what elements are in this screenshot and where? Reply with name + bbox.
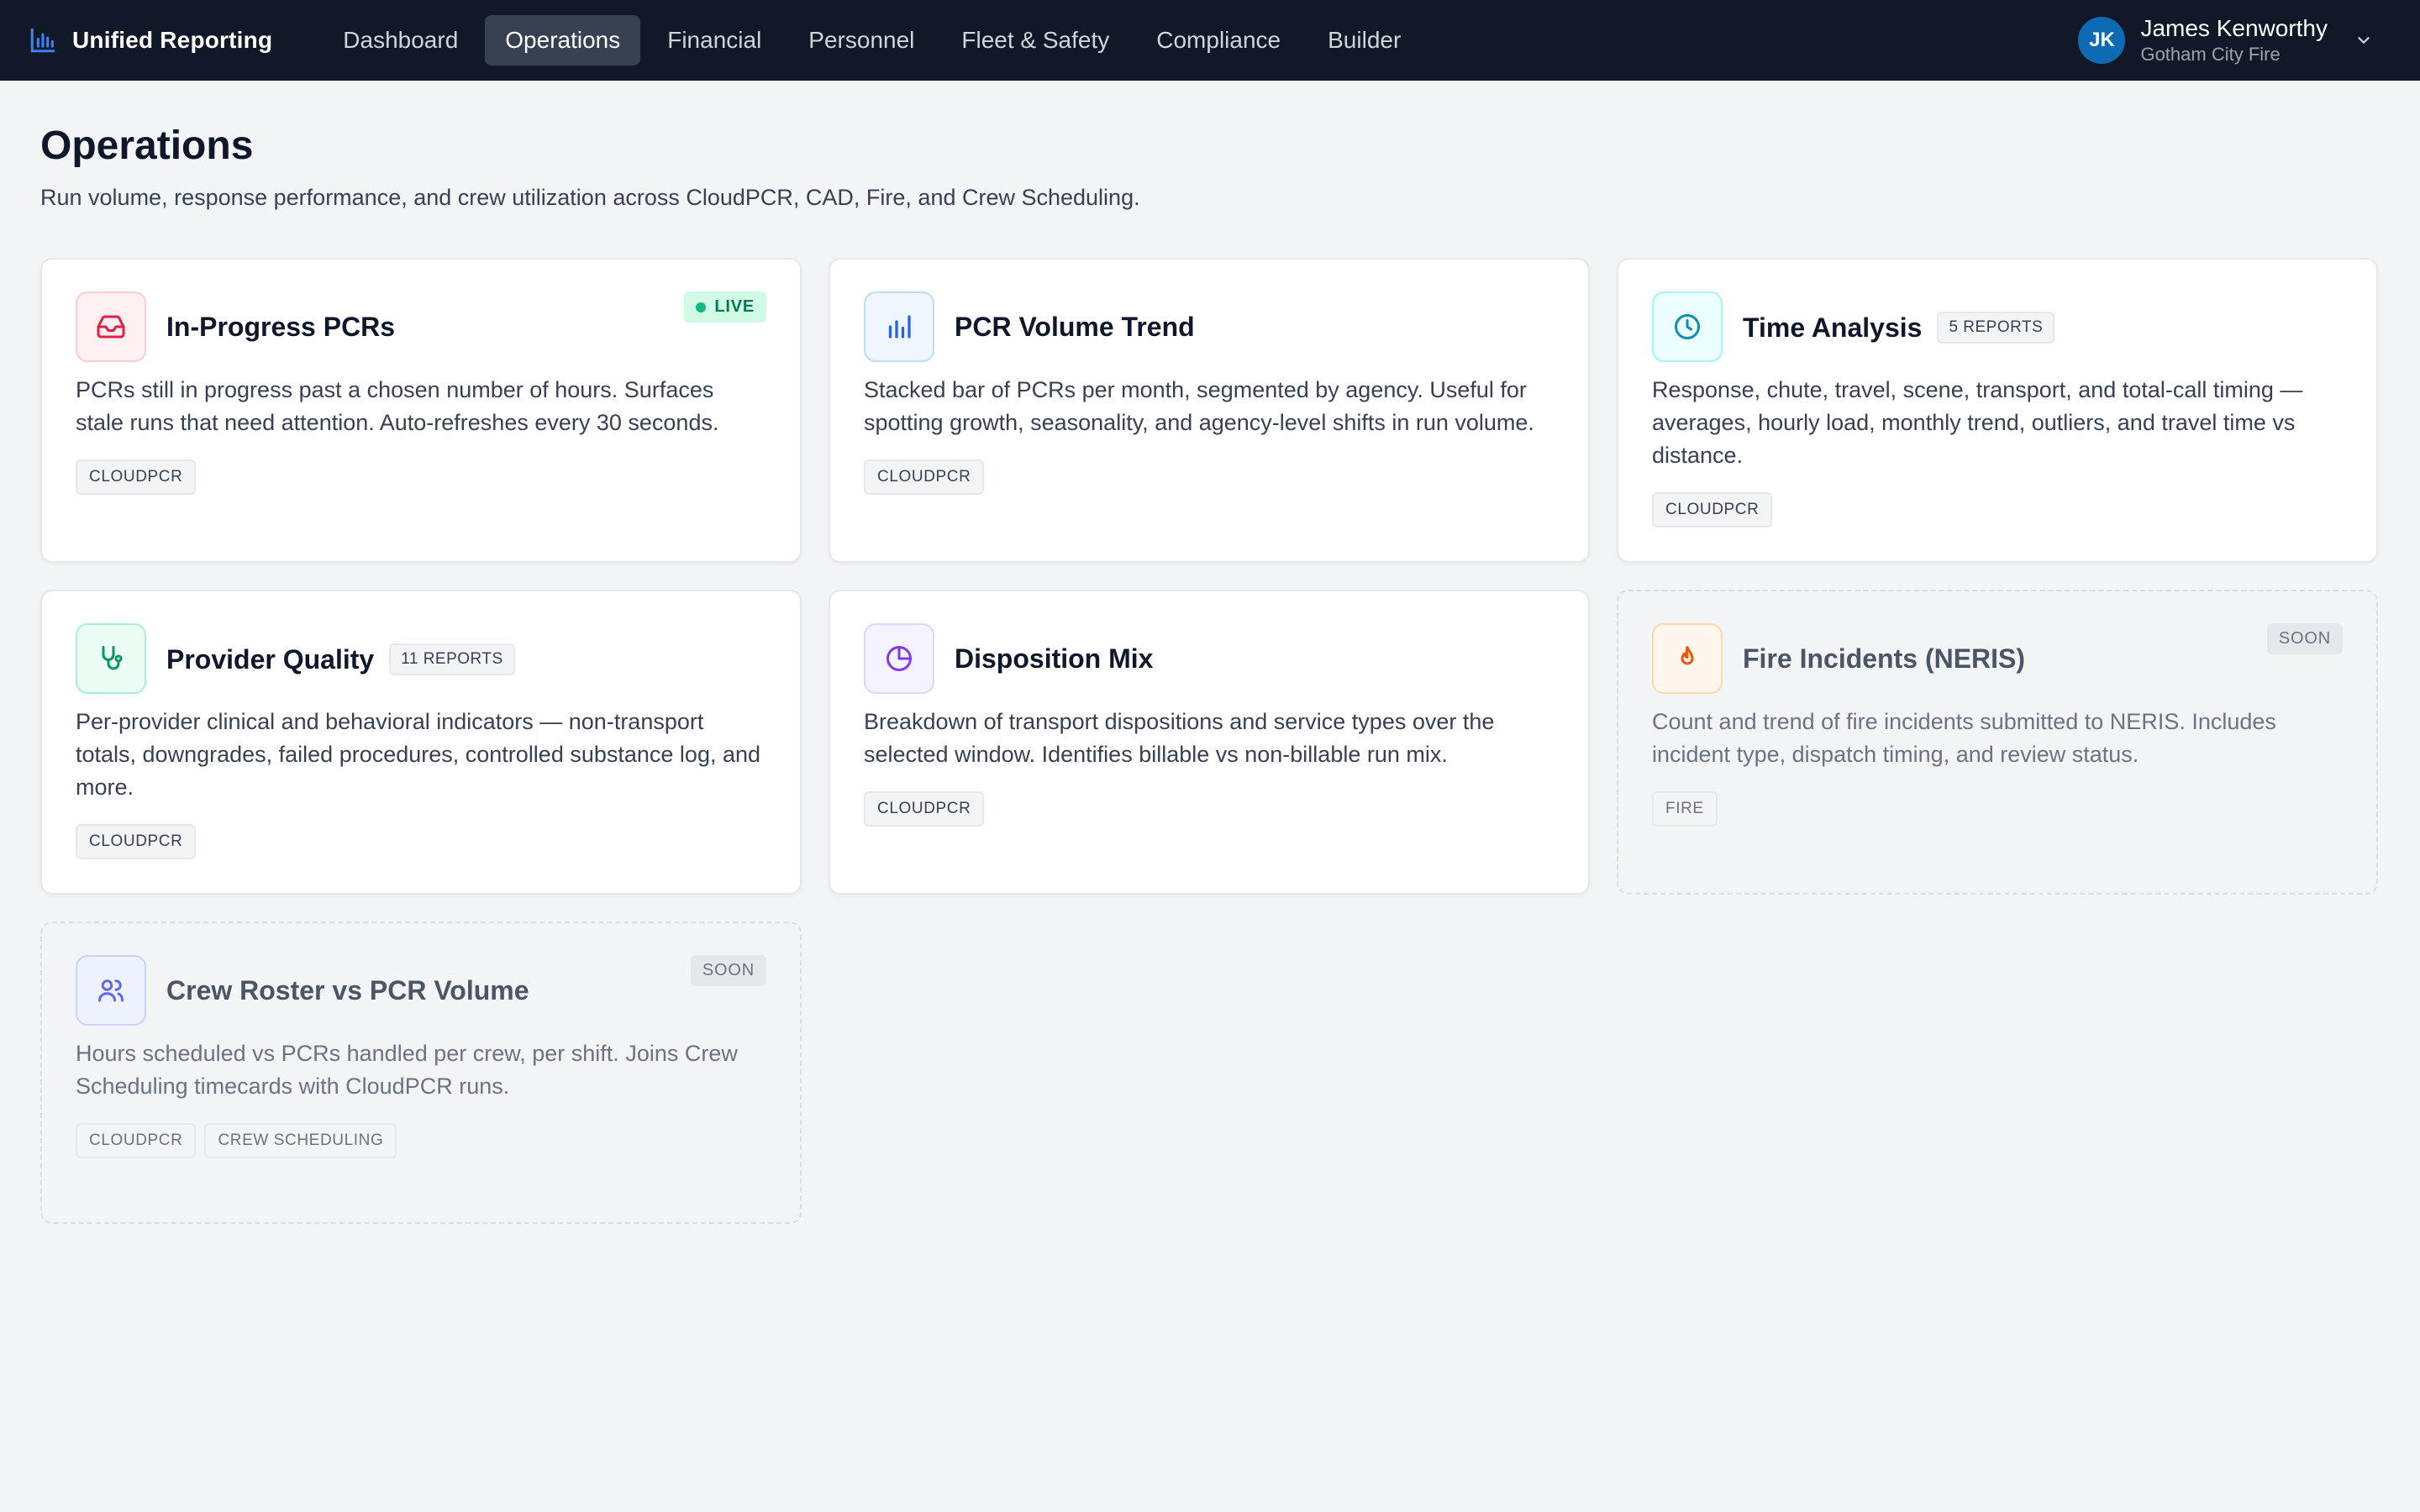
user-name: James Kenworthy <box>2140 15 2328 41</box>
card-icon-box <box>1652 623 1723 694</box>
clock-icon <box>1675 314 1700 339</box>
page-header: Operations Run volume, response performa… <box>0 81 2420 211</box>
top-nav-bar: Unified Reporting Dashboard Operations F… <box>0 0 2420 81</box>
report-card-crew-roster: SOON Crew Roster vs PCR Volume Hours sch… <box>40 921 802 1224</box>
card-description: PCRs still in progress past a chosen num… <box>76 377 719 435</box>
tag-list: CLOUDPCR CREW SCHEDULING <box>76 1123 766 1158</box>
source-tag: CLOUDPCR <box>76 824 197 859</box>
card-description: Response, chute, travel, scene, transpor… <box>1652 377 2303 468</box>
report-card-pcr-volume-trend[interactable]: PCR Volume Trend Stacked bar of PCRs per… <box>829 258 1590 563</box>
card-description: Breakdown of transport dispositions and … <box>864 709 1495 767</box>
report-card-fire-incidents: SOON Fire Incidents (NERIS) Count and tr… <box>1617 590 2378 895</box>
source-tag: CREW SCHEDULING <box>204 1123 397 1158</box>
card-title: Crew Roster vs PCR Volume <box>166 975 529 1005</box>
card-icon-box <box>76 291 146 362</box>
flame-icon <box>1681 646 1694 665</box>
nav-item-builder[interactable]: Builder <box>1307 15 1421 66</box>
nav-item-fleet-safety[interactable]: Fleet & Safety <box>941 15 1129 66</box>
card-title: Disposition Mix <box>955 643 1154 674</box>
user-org: Gotham City Fire <box>2140 44 2281 65</box>
pie-chart-icon <box>886 646 912 671</box>
nav-item-compliance[interactable]: Compliance <box>1136 15 1301 66</box>
card-icon-box <box>1652 291 1723 362</box>
live-badge: LIVE <box>684 291 766 323</box>
card-description: Per-provider clinical and behavioral ind… <box>76 709 761 800</box>
inbox-icon <box>97 315 125 339</box>
card-description: Count and trend of fire incidents submit… <box>1652 709 2276 767</box>
tag-list: CLOUDPCR <box>76 459 766 495</box>
card-title: In-Progress PCRs <box>166 312 396 342</box>
card-icon-box <box>864 623 934 694</box>
tag-list: CLOUDPCR <box>864 791 1555 827</box>
report-card-in-progress-pcrs[interactable]: LIVE In-Progress PCRs PCRs still in prog… <box>40 258 802 563</box>
page-title: Operations <box>40 123 254 168</box>
live-badge-label: LIVE <box>714 297 755 316</box>
nav-item-personnel[interactable]: Personnel <box>788 15 934 66</box>
source-tag: CLOUDPCR <box>76 1123 197 1158</box>
bar-chart-logo-icon <box>30 28 55 53</box>
brand[interactable]: Unified Reporting <box>29 26 272 55</box>
report-count-badge: 5 REPORTS <box>1937 312 2055 344</box>
tag-list: CLOUDPCR <box>1652 492 2343 528</box>
source-tag: CLOUDPCR <box>864 791 985 827</box>
bar-chart-icon <box>888 315 911 339</box>
source-tag: FIRE <box>1652 791 1718 827</box>
tag-list: CLOUDPCR <box>864 459 1555 495</box>
page-subtitle: Run volume, response performance, and cr… <box>40 185 1140 210</box>
chevron-down-icon[interactable] <box>2354 31 2373 50</box>
source-tag: CLOUDPCR <box>864 459 985 495</box>
tag-list: CLOUDPCR <box>76 824 766 859</box>
card-icon-box <box>864 291 934 362</box>
source-tag: CLOUDPCR <box>76 459 197 495</box>
card-description: Stacked bar of PCRs per month, segmented… <box>864 377 1534 435</box>
source-tag: CLOUDPCR <box>1652 492 1773 528</box>
avatar: JK <box>2078 17 2126 64</box>
soon-badge: SOON <box>690 955 766 986</box>
card-title: Provider Quality <box>166 643 375 675</box>
live-dot-icon <box>696 302 707 312</box>
tag-list: FIRE <box>1652 791 2343 827</box>
users-icon <box>98 979 124 1002</box>
report-card-time-analysis[interactable]: Time Analysis 5 REPORTS Response, chute,… <box>1617 258 2378 563</box>
report-card-provider-quality[interactable]: Provider Quality 11 REPORTS Per-provider… <box>40 590 802 895</box>
soon-badge: SOON <box>2266 623 2343 654</box>
stethoscope-icon <box>102 646 123 670</box>
card-title: Time Analysis <box>1743 312 1923 343</box>
user-menu[interactable]: JK James Kenworthy Gotham City Fire <box>2078 0 2373 81</box>
main-nav: Dashboard Operations Financial Personnel… <box>323 15 1421 66</box>
nav-item-dashboard[interactable]: Dashboard <box>323 15 478 66</box>
card-title: PCR Volume Trend <box>955 312 1195 342</box>
app-name: Unified Reporting <box>72 27 273 53</box>
card-icon-box <box>76 955 146 1026</box>
report-count-badge: 11 REPORTS <box>389 643 515 675</box>
user-info: James Kenworthy Gotham City Fire <box>2140 14 2328 66</box>
card-icon-box <box>76 623 146 694</box>
report-card-grid: LIVE In-Progress PCRs PCRs still in prog… <box>0 211 2420 1224</box>
nav-item-operations[interactable]: Operations <box>485 15 641 66</box>
card-description: Hours scheduled vs PCRs handled per crew… <box>76 1041 738 1099</box>
report-card-disposition-mix[interactable]: Disposition Mix Breakdown of transport d… <box>829 590 1590 895</box>
nav-item-financial[interactable]: Financial <box>647 15 781 66</box>
card-title: Fire Incidents (NERIS) <box>1743 643 2026 674</box>
